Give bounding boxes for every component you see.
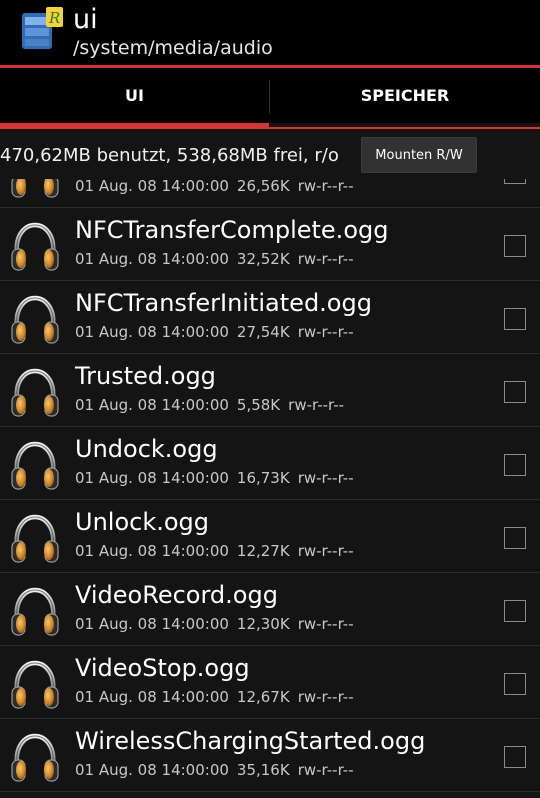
- file-size: 16,73K: [236, 469, 290, 487]
- file-list[interactable]: 01 Aug. 08 14:00:00 26,56K rw-r--r-- NFCTr…: [0, 179, 540, 798]
- app-icon[interactable]: R: [20, 7, 64, 53]
- select-checkbox[interactable]: [504, 381, 526, 403]
- row-divider: [0, 791, 540, 792]
- list-item[interactable]: VideoRecord.ogg 01 Aug. 08 14:00:00 12,30…: [0, 574, 540, 646]
- file-size: 12,67K: [236, 688, 290, 706]
- headphones-icon: [9, 367, 61, 419]
- file-permissions: rw-r--r--: [297, 761, 354, 779]
- file-meta: 01 Aug. 08 14:00:00 12,30K rw-r--r--: [75, 614, 362, 634]
- list-item[interactable]: 01 Aug. 08 14:00:00 26,56K rw-r--r--: [0, 179, 540, 208]
- row-divider: [0, 207, 540, 208]
- file-size: 12,27K: [236, 542, 290, 560]
- file-meta: 01 Aug. 08 14:00:00 27,54K rw-r--r--: [75, 322, 362, 342]
- file-date: 01 Aug. 08 14:00:00: [75, 396, 229, 414]
- select-checkbox[interactable]: [504, 673, 526, 695]
- file-meta: 01 Aug. 08 14:00:00 32,52K rw-r--r--: [75, 249, 362, 269]
- file-size: 26,56K: [236, 179, 290, 195]
- file-size: 35,16K: [236, 761, 290, 779]
- file-date: 01 Aug. 08 14:00:00: [75, 179, 229, 195]
- row-divider: [0, 353, 540, 354]
- file-permissions: rw-r--r--: [297, 542, 354, 560]
- headphones-icon: [9, 513, 61, 565]
- file-permissions: rw-r--r--: [297, 615, 354, 633]
- file-size: 5,58K: [236, 396, 281, 414]
- file-permissions: rw-r--r--: [288, 396, 345, 414]
- file-name: VideoStop.ogg: [75, 654, 250, 682]
- file-size: 12,30K: [236, 615, 290, 633]
- headphones-icon: [9, 732, 61, 784]
- action-bar: R ui /system/media/audio: [0, 0, 540, 65]
- svg-text:R: R: [48, 9, 60, 27]
- file-permissions: rw-r--r--: [297, 179, 354, 195]
- file-meta: 01 Aug. 08 14:00:00 12,27K rw-r--r--: [75, 541, 362, 561]
- row-divider: [0, 280, 540, 281]
- file-name: Undock.ogg: [75, 435, 218, 463]
- file-meta: 01 Aug. 08 14:00:00 26,56K rw-r--r--: [75, 179, 362, 196]
- headphones-icon: [9, 659, 61, 711]
- file-name: NFCTransferInitiated.ogg: [75, 289, 372, 317]
- file-date: 01 Aug. 08 14:00:00: [75, 469, 229, 487]
- tab-speicher[interactable]: SPEICHER: [270, 68, 540, 123]
- select-checkbox[interactable]: [504, 179, 526, 184]
- headphones-icon: [9, 586, 61, 638]
- folder-path: /system/media/audio: [73, 37, 273, 59]
- file-date: 01 Aug. 08 14:00:00: [75, 250, 229, 268]
- file-name: NFCTransferComplete.ogg: [75, 216, 389, 244]
- file-name: Unlock.ogg: [75, 508, 210, 536]
- list-item[interactable]: NFCTransferInitiated.ogg 01 Aug. 08 14:0…: [0, 282, 540, 354]
- list-item[interactable]: Unlock.ogg 01 Aug. 08 14:00:00 12,27K rw-r…: [0, 501, 540, 573]
- file-meta: 01 Aug. 08 14:00:00 5,58K rw-r--r--: [75, 395, 352, 415]
- file-name: Trusted.ogg: [75, 362, 216, 390]
- file-meta: 01 Aug. 08 14:00:00 35,16K rw-r--r--: [75, 760, 362, 780]
- list-item[interactable]: NFCTransferComplete.ogg 01 Aug. 08 14:00…: [0, 209, 540, 281]
- row-divider: [0, 718, 540, 719]
- file-date: 01 Aug. 08 14:00:00: [75, 615, 229, 633]
- file-date: 01 Aug. 08 14:00:00: [75, 323, 229, 341]
- file-size: 27,54K: [236, 323, 290, 341]
- headphones-icon: [9, 440, 61, 492]
- file-name: VideoRecord.ogg: [75, 581, 278, 609]
- list-item[interactable]: Undock.ogg 01 Aug. 08 14:00:00 16,73K rw-r…: [0, 428, 540, 500]
- select-checkbox[interactable]: [504, 308, 526, 330]
- select-checkbox[interactable]: [504, 454, 526, 476]
- file-permissions: rw-r--r--: [297, 250, 354, 268]
- file-permissions: rw-r--r--: [297, 688, 354, 706]
- file-date: 01 Aug. 08 14:00:00: [75, 761, 229, 779]
- tab-ui[interactable]: UI: [0, 68, 269, 123]
- file-date: 01 Aug. 08 14:00:00: [75, 542, 229, 560]
- file-meta: 01 Aug. 08 14:00:00 12,67K rw-r--r--: [75, 687, 362, 707]
- storage-status-text: 470,62MB benutzt, 538,68MB frei, r/o: [0, 145, 339, 166]
- list-item[interactable]: WirelessChargingStarted.ogg 01 Aug. 08 1…: [0, 720, 540, 792]
- headphones-icon: [9, 221, 61, 273]
- file-permissions: rw-r--r--: [297, 469, 354, 487]
- list-item[interactable]: VideoStop.ogg 01 Aug. 08 14:00:00 12,67K r…: [0, 647, 540, 719]
- select-checkbox[interactable]: [504, 527, 526, 549]
- mount-rw-button[interactable]: Mounten R/W: [361, 137, 477, 173]
- headphones-icon: [9, 294, 61, 346]
- select-checkbox[interactable]: [504, 600, 526, 622]
- select-checkbox[interactable]: [504, 235, 526, 257]
- file-date: 01 Aug. 08 14:00:00: [75, 688, 229, 706]
- row-divider: [0, 572, 540, 573]
- file-meta: 01 Aug. 08 14:00:00 16,73K rw-r--r--: [75, 468, 362, 488]
- list-item[interactable]: Trusted.ogg 01 Aug. 08 14:00:00 5,58K rw-r…: [0, 355, 540, 427]
- file-permissions: rw-r--r--: [297, 323, 354, 341]
- headphones-icon: [9, 179, 61, 200]
- row-divider: [0, 426, 540, 427]
- row-divider: [0, 645, 540, 646]
- folder-title: ui: [73, 4, 98, 35]
- tab-bar: UI SPEICHER: [0, 68, 540, 123]
- file-name: WirelessChargingStarted.ogg: [75, 727, 426, 755]
- file-size: 32,52K: [236, 250, 290, 268]
- row-divider: [0, 499, 540, 500]
- select-checkbox[interactable]: [504, 746, 526, 768]
